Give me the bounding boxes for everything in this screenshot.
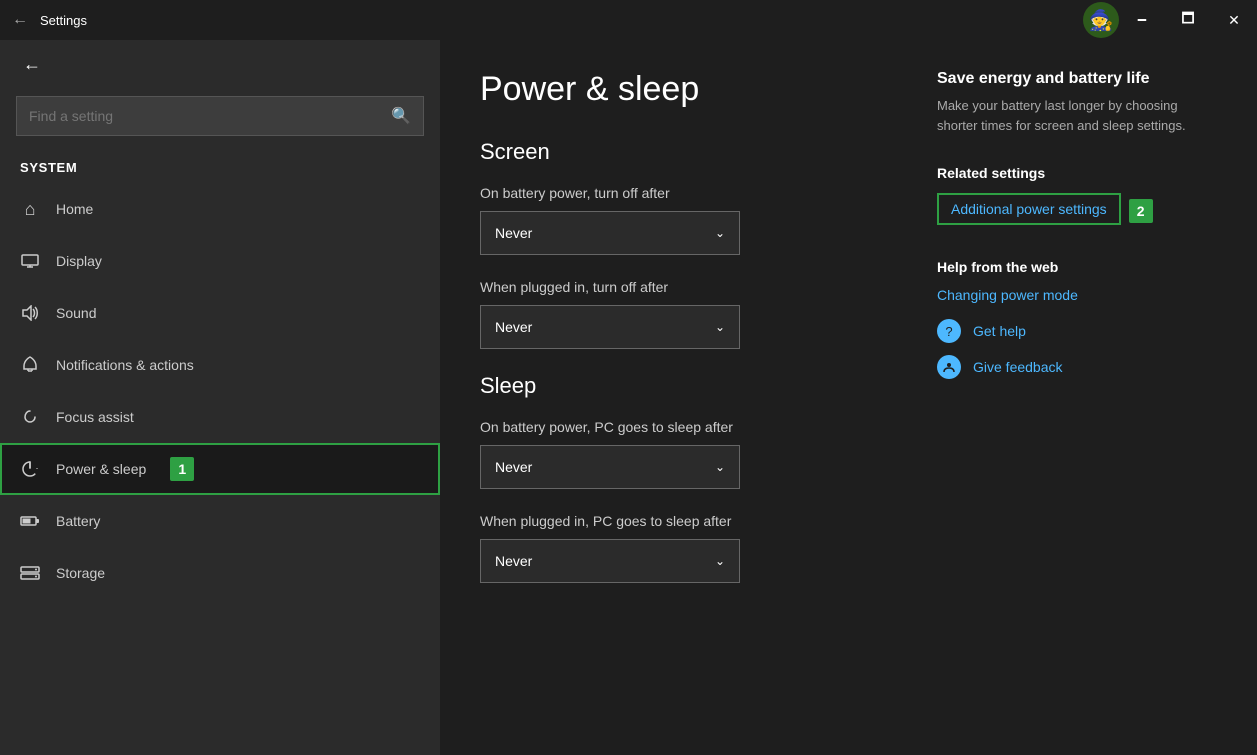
give-feedback-link[interactable]: Give feedback — [937, 355, 1217, 379]
screen-plugged-value: Never — [495, 319, 532, 335]
content-right: Save energy and battery life Make your b… — [937, 70, 1217, 725]
sleep-plugged-dropdown[interactable]: Never ⌄ — [480, 539, 740, 583]
sidebar-item-home[interactable]: ⌂ Home — [0, 183, 440, 235]
sidebar-item-label: Display — [56, 253, 102, 269]
get-help-label: Get help — [973, 323, 1026, 339]
get-help-icon: ? — [937, 319, 961, 343]
screen-plugged-dropdown[interactable]: Never ⌄ — [480, 305, 740, 349]
sidebar-item-label: Home — [56, 201, 93, 217]
search-input[interactable] — [29, 108, 391, 124]
power-icon — [20, 459, 40, 479]
related-title: Related settings — [937, 165, 1217, 181]
sidebar: ← 🔍 System ⌂ Home Display — [0, 40, 440, 755]
sidebar-item-label: Power & sleep — [56, 461, 146, 477]
screen-plugged-label: When plugged in, turn off after — [480, 279, 877, 295]
chevron-down-icon: ⌄ — [715, 226, 725, 240]
sidebar-item-label: Notifications & actions — [56, 357, 194, 373]
sidebar-item-display[interactable]: Display — [0, 235, 440, 287]
chevron-down-icon-4: ⌄ — [715, 554, 725, 568]
display-icon — [20, 251, 40, 271]
avatar-emoji: 🧙 — [1089, 8, 1114, 33]
screen-battery-dropdown[interactable]: Never ⌄ — [480, 211, 740, 255]
minimize-button[interactable]: 🗕 — [1119, 0, 1165, 40]
sidebar-item-label: Focus assist — [56, 409, 134, 425]
sleep-battery-value: Never — [495, 459, 532, 475]
give-feedback-icon — [937, 355, 961, 379]
notifications-icon — [20, 355, 40, 375]
system-label: System — [0, 152, 440, 183]
avatar[interactable]: 🧙 — [1083, 2, 1119, 38]
sleep-section-title: Sleep — [480, 373, 877, 399]
search-icon: 🔍 — [391, 106, 411, 126]
sidebar-item-sound[interactable]: Sound — [0, 287, 440, 339]
page-title: Power & sleep — [480, 70, 877, 109]
sleep-plugged-label: When plugged in, PC goes to sleep after — [480, 513, 877, 529]
sidebar-item-notifications[interactable]: Notifications & actions — [0, 339, 440, 391]
changing-power-link[interactable]: Changing power mode — [937, 287, 1217, 303]
info-title: Save energy and battery life — [937, 70, 1217, 88]
search-container: 🔍 — [0, 88, 440, 152]
search-box[interactable]: 🔍 — [16, 96, 424, 136]
content-main: Power & sleep Screen On battery power, t… — [480, 70, 877, 725]
focus-icon — [20, 407, 40, 427]
help-title: Help from the web — [937, 259, 1217, 275]
sidebar-back-button[interactable]: ← — [16, 48, 48, 80]
sidebar-item-label: Sound — [56, 305, 96, 321]
sleep-battery-label: On battery power, PC goes to sleep after — [480, 419, 877, 435]
screen-battery-label: On battery power, turn off after — [480, 185, 877, 201]
additional-power-container: Additional power settings 2 — [937, 193, 1217, 229]
screen-section-title: Screen — [480, 139, 877, 165]
sound-icon — [20, 303, 40, 323]
sleep-section: Sleep On battery power, PC goes to sleep… — [480, 373, 877, 583]
titlebar-controls: 🧙 🗕 🗖 ✕ — [1083, 0, 1257, 40]
screen-battery-value: Never — [495, 225, 532, 241]
sidebar-item-label: Storage — [56, 565, 105, 581]
sidebar-item-label: Battery — [56, 513, 100, 529]
chevron-down-icon-3: ⌄ — [715, 460, 725, 474]
chevron-down-icon-2: ⌄ — [715, 320, 725, 334]
sleep-plugged-value: Never — [495, 553, 532, 569]
get-help-link[interactable]: ? Get help — [937, 319, 1217, 343]
sidebar-item-battery[interactable]: Battery — [0, 495, 440, 547]
maximize-button[interactable]: 🗖 — [1165, 0, 1211, 40]
sidebar-top: ← — [0, 40, 440, 88]
home-icon: ⌂ — [20, 199, 40, 219]
app-title: Settings — [40, 13, 87, 28]
storage-icon — [20, 563, 40, 583]
content-area: Power & sleep Screen On battery power, t… — [440, 40, 1257, 755]
sleep-battery-dropdown[interactable]: Never ⌄ — [480, 445, 740, 489]
power-badge: 1 — [170, 457, 194, 481]
sidebar-item-storage[interactable]: Storage — [0, 547, 440, 599]
additional-power-badge: 2 — [1129, 199, 1153, 223]
battery-icon — [20, 511, 40, 531]
info-text: Make your battery last longer by choosin… — [937, 96, 1217, 135]
sidebar-item-power[interactable]: Power & sleep 1 — [0, 443, 440, 495]
titlebar: ← Settings 🧙 🗕 🗖 ✕ — [0, 0, 1257, 40]
main-layout: ← 🔍 System ⌂ Home Display — [0, 40, 1257, 755]
give-feedback-label: Give feedback — [973, 359, 1063, 375]
back-arrow-icon: ← — [12, 11, 28, 29]
additional-power-link[interactable]: Additional power settings — [937, 193, 1121, 225]
sidebar-item-focus[interactable]: Focus assist — [0, 391, 440, 443]
titlebar-left: ← Settings — [12, 11, 87, 29]
close-button[interactable]: ✕ — [1211, 0, 1257, 40]
